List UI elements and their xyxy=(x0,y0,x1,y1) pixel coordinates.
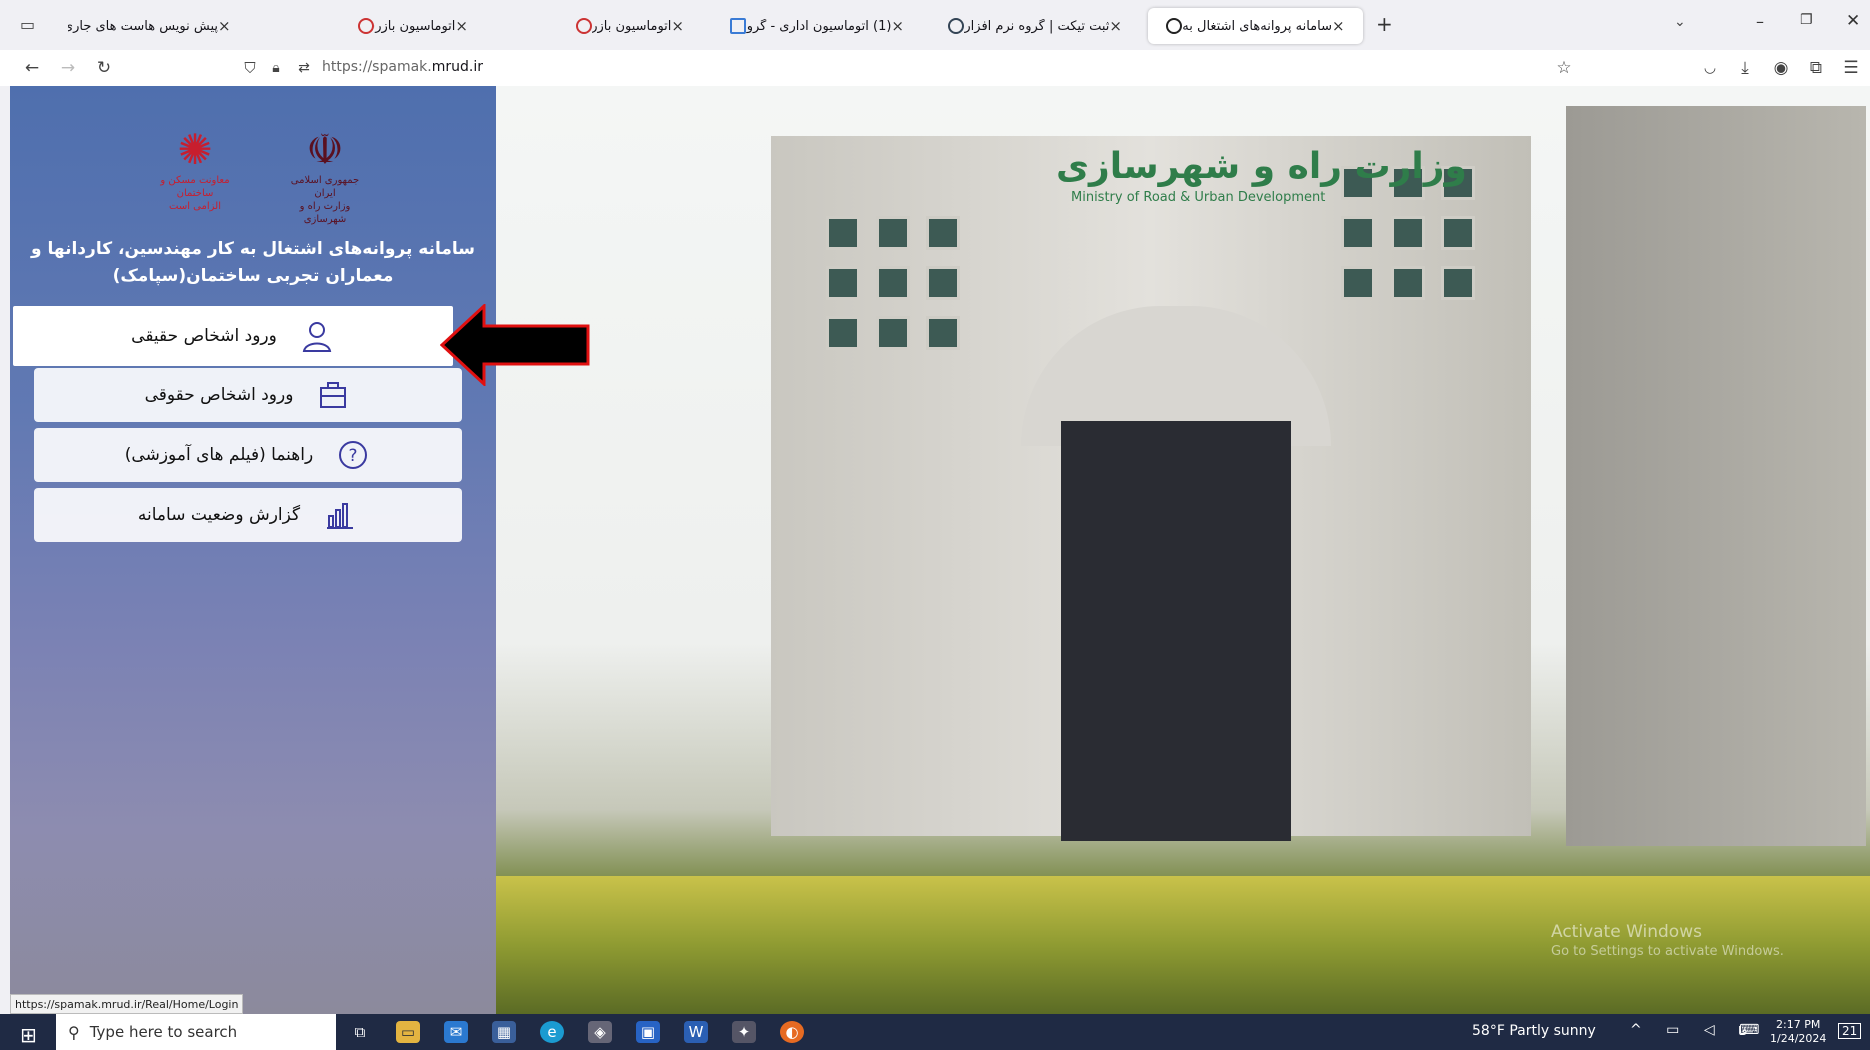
annotation-arrow-icon xyxy=(440,304,590,386)
taskbar-search-input[interactable]: ⚲ Type here to search xyxy=(56,1014,336,1050)
pocket-icon[interactable]: ◡ xyxy=(1698,56,1722,80)
shield-icon[interactable]: ⛉ xyxy=(238,56,262,80)
building-side xyxy=(1566,106,1866,846)
building-gate xyxy=(1061,421,1291,841)
task-view-icon[interactable]: ⧉ xyxy=(348,1021,372,1043)
legal-entities-login-button[interactable]: ورود اشخاص حقوقی xyxy=(34,368,462,422)
window-row xyxy=(1341,216,1475,250)
login-panel: ✺ معاونت مسکن و ساختمان الزامی است ☫ جمه… xyxy=(10,86,496,1014)
tab-favicon-icon xyxy=(576,18,592,34)
edge-icon[interactable]: e xyxy=(540,1021,564,1043)
system-status-report-button[interactable]: گزارش وضعیت سامانه xyxy=(34,488,462,542)
tab-favicon-icon xyxy=(948,18,964,34)
tab-bar: ▭ × پیش نویس هاست های جاری - سیستم × اتو… xyxy=(0,0,1870,50)
tab-close-icon[interactable]: × xyxy=(1109,17,1122,35)
mail-icon[interactable]: ✉ xyxy=(444,1021,468,1043)
app-icon[interactable]: ✦ xyxy=(732,1021,756,1043)
minimize-icon[interactable]: – xyxy=(1756,12,1764,31)
search-icon: ⚲ xyxy=(68,1022,80,1042)
housing-deputy-logo: ✺ معاونت مسکن و ساختمان الزامی است xyxy=(160,125,230,213)
restore-icon[interactable]: ❐ xyxy=(1800,12,1813,28)
tab-favicon-icon xyxy=(1166,18,1182,34)
bookmark-star-icon[interactable]: ☆ xyxy=(1552,56,1576,80)
tab-3[interactable]: × اتوماسیون بازرسی گاز xyxy=(496,8,702,44)
weather-widget[interactable]: 58°F Partly sunny xyxy=(1472,1023,1596,1039)
lock-icon[interactable]: 🔒︎ xyxy=(264,56,288,80)
iran-emblem-logo: ☫ جمهوری اسلامی ایران وزارت راه و شهرساز… xyxy=(290,125,360,226)
real-persons-login-button[interactable]: ورود اشخاص حقیقی xyxy=(13,306,453,366)
file-explorer-icon[interactable]: ▭ xyxy=(396,1021,420,1043)
activate-windows-watermark: Activate Windows xyxy=(1551,922,1702,942)
close-window-icon[interactable]: ✕ xyxy=(1846,11,1860,31)
forward-icon[interactable]: → xyxy=(56,56,80,80)
bar-chart-icon xyxy=(322,497,358,533)
extensions-icon[interactable]: ⧉ xyxy=(1804,56,1828,80)
input-language[interactable]: فا xyxy=(1738,1024,1747,1038)
page-content: وزارت راه و شهرسازی Ministry of Road & U… xyxy=(10,86,1870,1014)
tab-close-icon[interactable]: × xyxy=(671,17,684,35)
url-field[interactable]: https://spamak.mrud.ir xyxy=(322,59,483,75)
building-sign-english: Ministry of Road & Urban Development xyxy=(1071,190,1326,205)
reload-icon[interactable]: ↻ xyxy=(92,56,116,80)
notification-icon[interactable]: 21 xyxy=(1838,1023,1862,1039)
ministry-building-photo: وزارت راه و شهرسازی Ministry of Road & U… xyxy=(496,86,1870,1014)
menu-icon[interactable]: ☰ xyxy=(1839,56,1863,80)
permissions-icon[interactable]: ⇄ xyxy=(292,56,316,80)
tab-close-icon[interactable]: × xyxy=(891,17,904,35)
person-icon xyxy=(299,318,335,354)
building-sign: وزارت راه و شهرسازی xyxy=(1056,146,1467,187)
link-status-url: https://spamak.mrud.ir/Real/Home/Login xyxy=(10,994,244,1014)
tab-list-icon[interactable]: ▭ xyxy=(20,15,35,34)
tab-overflow-icon[interactable]: ⌄ xyxy=(1674,14,1686,30)
firefox-icon[interactable]: ◐ xyxy=(780,1021,804,1043)
system-tray-icons[interactable]: ^ ▭ ◁ ⌨ xyxy=(1630,1022,1769,1038)
window-row xyxy=(1341,266,1475,300)
logos: ✺ معاونت مسکن و ساختمان الزامی است ☫ جمه… xyxy=(150,126,370,226)
tab-2[interactable]: × اتوماسیون بازرسی گاز xyxy=(278,8,486,44)
help-videos-button[interactable]: ? راهنما (فیلم های آموزشی) xyxy=(34,428,462,482)
window-row xyxy=(826,266,960,300)
tab-6-active[interactable]: × سامانه پروانه‌های اشتغال به کار xyxy=(1148,8,1363,44)
new-tab-button[interactable]: + xyxy=(1376,12,1393,36)
briefcase-icon xyxy=(315,377,351,413)
tab-favicon-icon xyxy=(730,18,746,34)
windows-start-icon[interactable]: ⊞ xyxy=(20,1023,37,1047)
windows-taskbar: ⊞ ⚲ Type here to search ⧉ ▭ ✉ ▦ e ◈ ▣ W … xyxy=(0,1014,1870,1050)
clock[interactable]: 2:17 PM 1/24/2024 xyxy=(1770,1018,1826,1046)
app-icon[interactable]: ▣ xyxy=(636,1021,660,1043)
activate-windows-hint: Go to Settings to activate Windows. xyxy=(1551,944,1784,959)
help-icon: ? xyxy=(335,437,371,473)
tab-4[interactable]: × (1) اتوماسیون اداری - گروه نرم افزا xyxy=(712,8,922,44)
tab-1[interactable]: × پیش نویس هاست های جاری - سیستم xyxy=(58,8,263,44)
tab-close-icon[interactable]: × xyxy=(455,17,468,35)
account-icon[interactable]: ◉ xyxy=(1769,56,1793,80)
download-icon[interactable]: ⤓ xyxy=(1733,56,1757,80)
word-icon[interactable]: W xyxy=(684,1021,708,1043)
tab-favicon-icon xyxy=(358,18,374,34)
tab-5[interactable]: × ثبت تیکت | گروه نرم افزاری دانیس xyxy=(930,8,1140,44)
tab-close-icon[interactable]: × xyxy=(1332,17,1345,35)
svg-text:?: ? xyxy=(349,446,358,466)
app-icon[interactable]: ◈ xyxy=(588,1021,612,1043)
window-row xyxy=(826,216,960,250)
window-row xyxy=(826,316,960,350)
store-icon[interactable]: ▦ xyxy=(492,1021,516,1043)
nav-bar: ← → ↻ ⛉ 🔒︎ ⇄ https://spamak.mrud.ir ☆ ◡ … xyxy=(0,50,1870,86)
system-title: سامانه پروانه‌های اشتغال به کار مهندسین،… xyxy=(31,239,475,286)
back-icon[interactable]: ← xyxy=(20,56,44,80)
tab-close-icon[interactable]: × xyxy=(218,17,231,35)
